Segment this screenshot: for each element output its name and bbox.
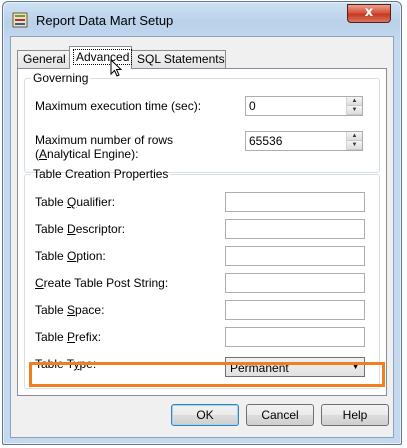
max-exec-time-label: Maximum execution time (sec): xyxy=(35,99,202,113)
spin-down-icon[interactable]: ▼ xyxy=(347,141,362,150)
label-post: pe: xyxy=(79,357,97,371)
label-pre: Table xyxy=(35,249,68,263)
dialog-window: Report Data Mart Setup x General Advance… xyxy=(2,1,402,445)
max-exec-time-spinner[interactable]: 0 ▲ ▼ xyxy=(245,96,363,116)
max-rows-label-suffix: nalytical Engine): xyxy=(47,147,139,161)
max-rows-value: 65536 xyxy=(249,134,283,148)
max-rows-arrows[interactable]: ▲ ▼ xyxy=(346,132,362,150)
table-descriptor-label: Table Descriptor: xyxy=(35,222,125,236)
table-descriptor-input[interactable] xyxy=(225,219,365,239)
spin-up-icon[interactable]: ▲ xyxy=(347,97,362,106)
ok-button[interactable]: OK xyxy=(171,404,239,426)
tab-general-label: General xyxy=(23,52,66,66)
table-option-input[interactable] xyxy=(225,246,365,266)
tab-sql-statements-label: SQL Statements xyxy=(137,52,225,66)
label-mnemonic: O xyxy=(67,249,77,263)
table-type-label: Table Type: xyxy=(35,357,96,371)
app-icon xyxy=(12,12,28,28)
max-rows-label-mnemonic: A xyxy=(39,147,48,161)
table-qualifier-label: Table Qualifier: xyxy=(35,195,115,209)
label-pre: Table xyxy=(35,330,68,344)
tab-advanced[interactable]: Advanced xyxy=(69,46,133,69)
max-rows-spinner[interactable]: 65536 ▲ ▼ xyxy=(245,131,363,151)
table-type-value: Permanent xyxy=(230,361,289,375)
table-prefix-label: Table Prefix: xyxy=(35,330,101,344)
tab-general[interactable]: General xyxy=(17,50,71,68)
label-mnemonic: C xyxy=(35,276,44,290)
table-qualifier-input[interactable] xyxy=(225,192,365,212)
spin-down-icon[interactable]: ▼ xyxy=(347,106,362,115)
help-button[interactable]: Help xyxy=(321,404,389,426)
window-title: Report Data Mart Setup xyxy=(36,13,174,28)
create-table-post-string-label: Create Table Post String: xyxy=(35,276,168,290)
table-space-input[interactable] xyxy=(225,300,365,320)
tab-strip: General Advanced SQL Statements xyxy=(11,46,395,77)
cancel-button[interactable]: Cancel xyxy=(246,404,314,426)
spin-up-icon[interactable]: ▲ xyxy=(347,132,362,141)
label-pre: Table xyxy=(35,222,68,236)
label-mnemonic: P xyxy=(67,330,76,344)
close-icon: x xyxy=(364,5,374,20)
tab-sql-statements[interactable]: SQL Statements xyxy=(131,50,226,68)
label-pre: Table xyxy=(35,303,68,317)
chevron-down-icon: ▼ xyxy=(351,361,360,371)
label-mnemonic: S xyxy=(67,303,76,317)
close-button[interactable]: x xyxy=(347,4,391,23)
tab-advanced-label: Advanced xyxy=(73,49,133,65)
create-table-post-string-input[interactable] xyxy=(225,273,365,293)
dialog-client: General Advanced SQL Statements Governin… xyxy=(10,36,394,438)
label-mnemonic: Q xyxy=(67,195,77,209)
max-exec-time-value: 0 xyxy=(249,99,256,113)
label-post: reate Table Post String: xyxy=(43,276,169,290)
governing-legend: Governing xyxy=(33,71,89,85)
label-post: refix: xyxy=(75,330,102,344)
title-bar[interactable]: Report Data Mart Setup x xyxy=(3,2,401,36)
label-post: pace: xyxy=(75,303,105,317)
max-rows-label: Maximum number of rows (Analytical Engin… xyxy=(35,133,225,161)
table-prefix-input[interactable] xyxy=(225,327,365,347)
label-pre: Table xyxy=(35,195,68,209)
label-post: escriptor: xyxy=(75,222,126,236)
table-option-label: Table Option: xyxy=(35,249,106,263)
label-post: ption: xyxy=(76,249,106,263)
label-mnemonic: D xyxy=(67,222,76,236)
table-type-select[interactable]: Permanent ▼ xyxy=(225,357,365,377)
mouse-pointer-icon xyxy=(110,59,122,77)
advanced-tab-panel: Governing Maximum execution time (sec): … xyxy=(17,68,387,396)
table-creation-legend: Table Creation Properties xyxy=(33,167,169,181)
label-pre: Table T xyxy=(35,357,74,371)
label-post: ualifier: xyxy=(76,195,116,209)
table-space-label: Table Space: xyxy=(35,303,104,317)
max-exec-time-arrows[interactable]: ▲ ▼ xyxy=(346,97,362,115)
